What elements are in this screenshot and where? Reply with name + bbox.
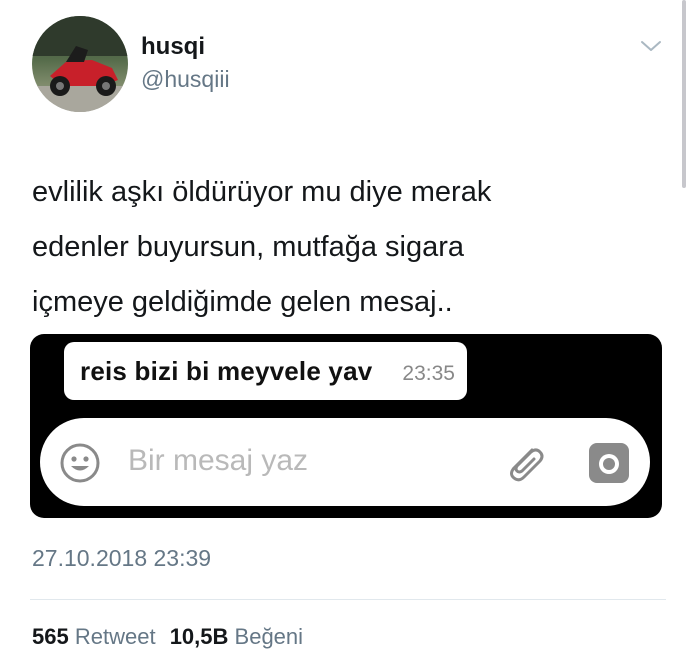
tweet-timestamp[interactable]: 27.10.2018 23:39 [32,545,211,572]
message-input-bar: Bir mesaj yaz [40,418,650,506]
like-count: 10,5B [169,624,229,649]
divider [30,599,666,600]
display-name[interactable]: husqi [141,33,205,61]
emoji-icon [60,443,100,483]
like-label: Beğeni [234,624,304,649]
attachment-icon [510,448,544,482]
tweet-text-line: evlilik aşkı öldürüyor mu diye merak [32,176,492,208]
avatar[interactable] [32,16,128,112]
tweet-text: evlilik aşkı öldürüyor mu diye merak ede… [32,165,652,330]
user-handle[interactable]: @husqiii [141,66,230,93]
chat-message-time: 23:35 [402,362,455,385]
like-stat[interactable]: 10,5B Beğeni [170,624,303,649]
chat-message-text: reis bizi bi meyvele yav [80,355,373,386]
tweet-stats: 565 Retweet 10,5B Beğeni [32,624,303,650]
tweet-text-line: edenler buyursun, mutfağa sigara [32,231,465,263]
tweet-text-line: içmeye geldiğimde gelen mesaj.. [32,286,453,318]
retweet-label: Retweet [74,624,156,649]
message-input-placeholder: Bir mesaj yaz [128,444,309,477]
retweet-count: 565 [32,624,69,649]
camera-icon [589,443,629,483]
retweet-stat[interactable]: 565 Retweet [32,624,162,649]
tweet-media-image[interactable]: reis bizi bi meyvele yav 23:35 Bir mesaj… [30,334,662,518]
chat-message-bubble: reis bizi bi meyvele yav 23:35 [64,342,467,400]
scrollbar[interactable] [682,0,686,188]
chevron-down-icon[interactable] [640,38,662,54]
